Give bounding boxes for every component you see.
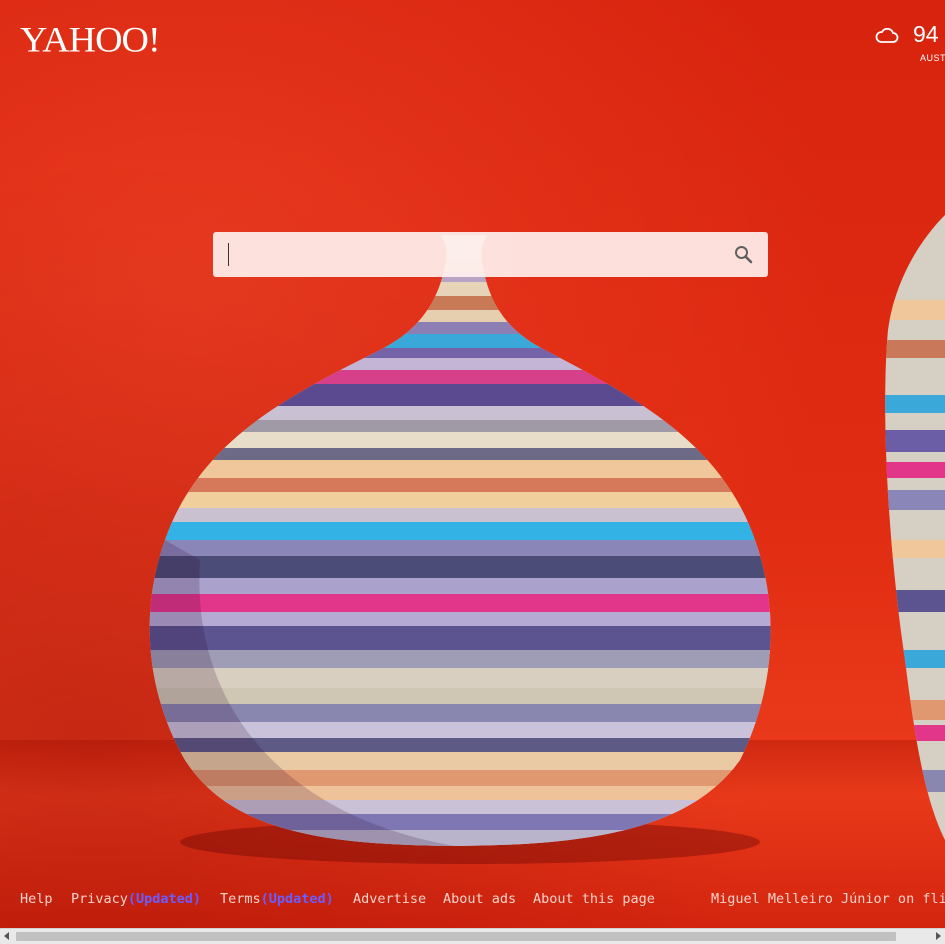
horizontal-scrollbar[interactable] (0, 928, 945, 944)
search-input[interactable] (228, 239, 722, 271)
privacy-updated-label: (Updated) (127, 891, 202, 907)
vase-photo-art (149, 215, 945, 864)
privacy-link[interactable]: Privacy(Updated) (71, 891, 201, 907)
scrollbar-thumb[interactable] (16, 932, 896, 941)
help-link[interactable]: Help (20, 891, 53, 907)
text-caret (228, 243, 229, 266)
footer: Help Privacy(Updated) Terms(Updated) Adv… (0, 888, 945, 912)
terms-label: Terms (220, 891, 261, 907)
photo-credit-link[interactable]: Miguel Melleiro Júnior on flic (711, 891, 945, 907)
privacy-label: Privacy (71, 891, 128, 907)
weather-temperature: 94 (913, 21, 939, 47)
about-ads-link[interactable]: About ads (443, 891, 516, 907)
advertise-link[interactable]: Advertise (353, 891, 426, 907)
scroll-left-arrow-icon[interactable] (4, 932, 9, 940)
yahoo-logo[interactable]: YAHOO! (20, 19, 161, 61)
weather-widget[interactable]: 94 AUST (865, 21, 945, 72)
search-box (213, 232, 768, 277)
terms-updated-label: (Updated) (260, 891, 334, 907)
terms-link[interactable]: Terms(Updated) (220, 891, 334, 907)
search-icon (735, 246, 753, 264)
search-button[interactable] (733, 244, 755, 266)
cloud-icon (875, 27, 899, 48)
weather-location: AUST (920, 53, 945, 63)
about-this-page-link[interactable]: About this page (533, 891, 655, 907)
scroll-right-arrow-icon[interactable] (936, 932, 941, 940)
